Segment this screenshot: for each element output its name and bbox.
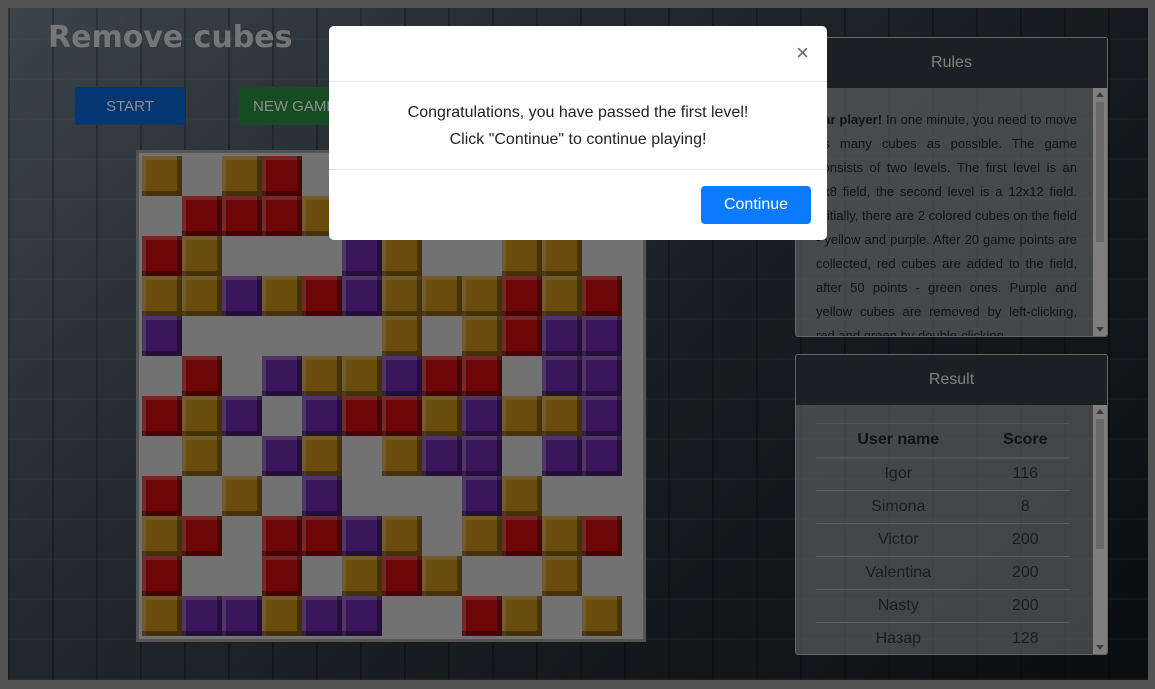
modal-header: × [329, 26, 827, 82]
level-complete-dialog: × Congratulations, you have passed the f… [329, 26, 827, 240]
close-icon[interactable]: × [796, 42, 809, 64]
modal-body: Congratulations, you have passed the fir… [329, 82, 827, 170]
modal-message: Congratulations, you have passed the fir… [407, 103, 749, 121]
continue-button[interactable]: Continue [701, 186, 811, 224]
modal-footer: Continue [329, 170, 827, 240]
modal-instruction: Click "Continue" to continue playing! [449, 130, 707, 148]
